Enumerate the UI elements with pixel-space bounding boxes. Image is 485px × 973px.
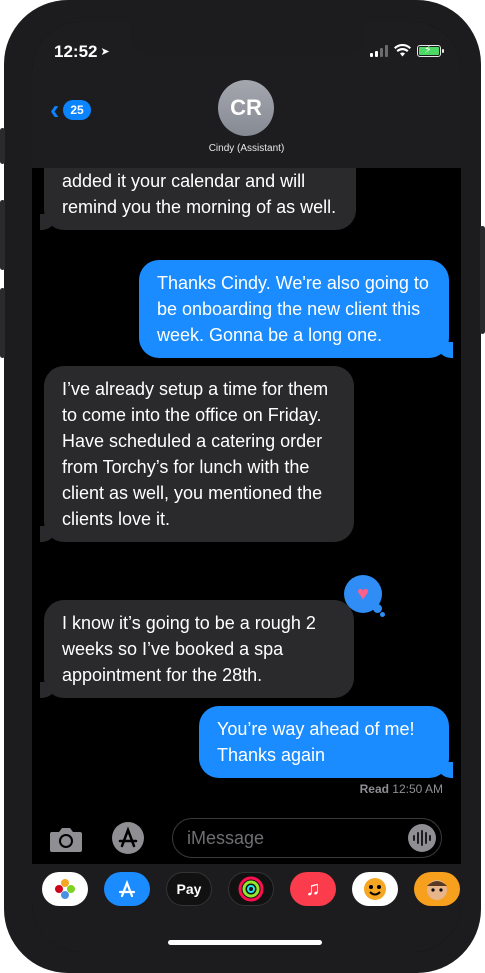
message-text: I’ve already setup a time for them to co…	[62, 379, 329, 529]
message-bubble-incoming[interactable]: I’ve already setup a time for them to co…	[40, 366, 354, 542]
message-bubble-outgoing[interactable]: You’re way ahead of me! Thanks again	[199, 706, 453, 778]
power-button	[480, 226, 485, 334]
wifi-icon	[394, 44, 411, 57]
animoji-face-icon	[364, 878, 386, 900]
location-arrow-icon: ➤	[100, 46, 110, 58]
message-text: I know it’s going to be a rough 2 weeks …	[62, 613, 316, 685]
cellular-signal-icon	[370, 45, 388, 57]
contact-avatar[interactable]: CR	[218, 80, 274, 136]
input-placeholder: iMessage	[187, 828, 265, 848]
contact-name[interactable]: Cindy (Assistant)	[32, 143, 461, 154]
music-icon[interactable]: ♫	[290, 872, 336, 906]
message-text: Thanks Cindy. We're also going to be onb…	[157, 273, 429, 345]
apple-pay-label: Pay	[176, 881, 202, 897]
phone-frame: added it your calendar and will remind y…	[0, 0, 485, 973]
message-bubble-outgoing[interactable]: Thanks Cindy. We're also going to be onb…	[139, 260, 453, 358]
memoji-face-icon	[427, 880, 447, 900]
volume-up-button	[0, 200, 5, 270]
silent-switch	[0, 128, 5, 164]
message-text: added it your calendar and will remind y…	[62, 171, 337, 217]
clock: 12:52	[54, 42, 98, 61]
unread-count-badge: 25	[63, 100, 91, 120]
chevron-left-icon: ‹	[50, 94, 60, 125]
avatar-initials: CR	[230, 95, 262, 120]
app-store-drawer-icon[interactable]	[110, 820, 146, 856]
volume-down-button	[0, 288, 5, 358]
composer-row: iMessage	[32, 816, 461, 866]
app-drawer-list: Pay ♫	[42, 872, 460, 906]
read-label: Read	[359, 782, 389, 796]
status-time: 12:52 ➤	[54, 42, 110, 62]
message-bubble-incoming[interactable]: I know it’s going to be a rough 2 weeks …	[40, 600, 354, 698]
battery-icon: ⚡	[417, 44, 444, 57]
home-indicator[interactable]	[168, 940, 322, 945]
photos-app-icon[interactable]	[42, 872, 88, 906]
notch	[130, 22, 364, 56]
activity-rings-icon	[238, 876, 264, 902]
message-text: You’re way ahead of me! Thanks again	[217, 719, 415, 765]
status-icons: ⚡	[370, 44, 444, 57]
tapback-tail	[380, 612, 385, 617]
camera-icon[interactable]	[48, 824, 84, 854]
activity-icon[interactable]	[228, 872, 274, 906]
audio-message-icon[interactable]	[408, 824, 436, 852]
app-store-icon[interactable]	[104, 872, 150, 906]
apple-pay-icon[interactable]: Pay	[166, 872, 212, 906]
screen: added it your calendar and will remind y…	[32, 22, 461, 952]
photos-icon	[55, 879, 75, 899]
memoji-icon[interactable]	[414, 872, 460, 906]
app-store-glyph-icon	[118, 879, 136, 898]
read-time: 12:50 AM	[392, 782, 443, 796]
read-receipt: Read 12:50 AM	[360, 782, 443, 796]
animoji-icon[interactable]	[352, 872, 398, 906]
back-button[interactable]: ‹ 25	[50, 96, 91, 124]
app-drawer: Pay ♫	[32, 864, 461, 952]
imessage-input[interactable]: iMessage	[172, 818, 442, 858]
charging-bolt-icon: ⚡	[424, 44, 432, 56]
